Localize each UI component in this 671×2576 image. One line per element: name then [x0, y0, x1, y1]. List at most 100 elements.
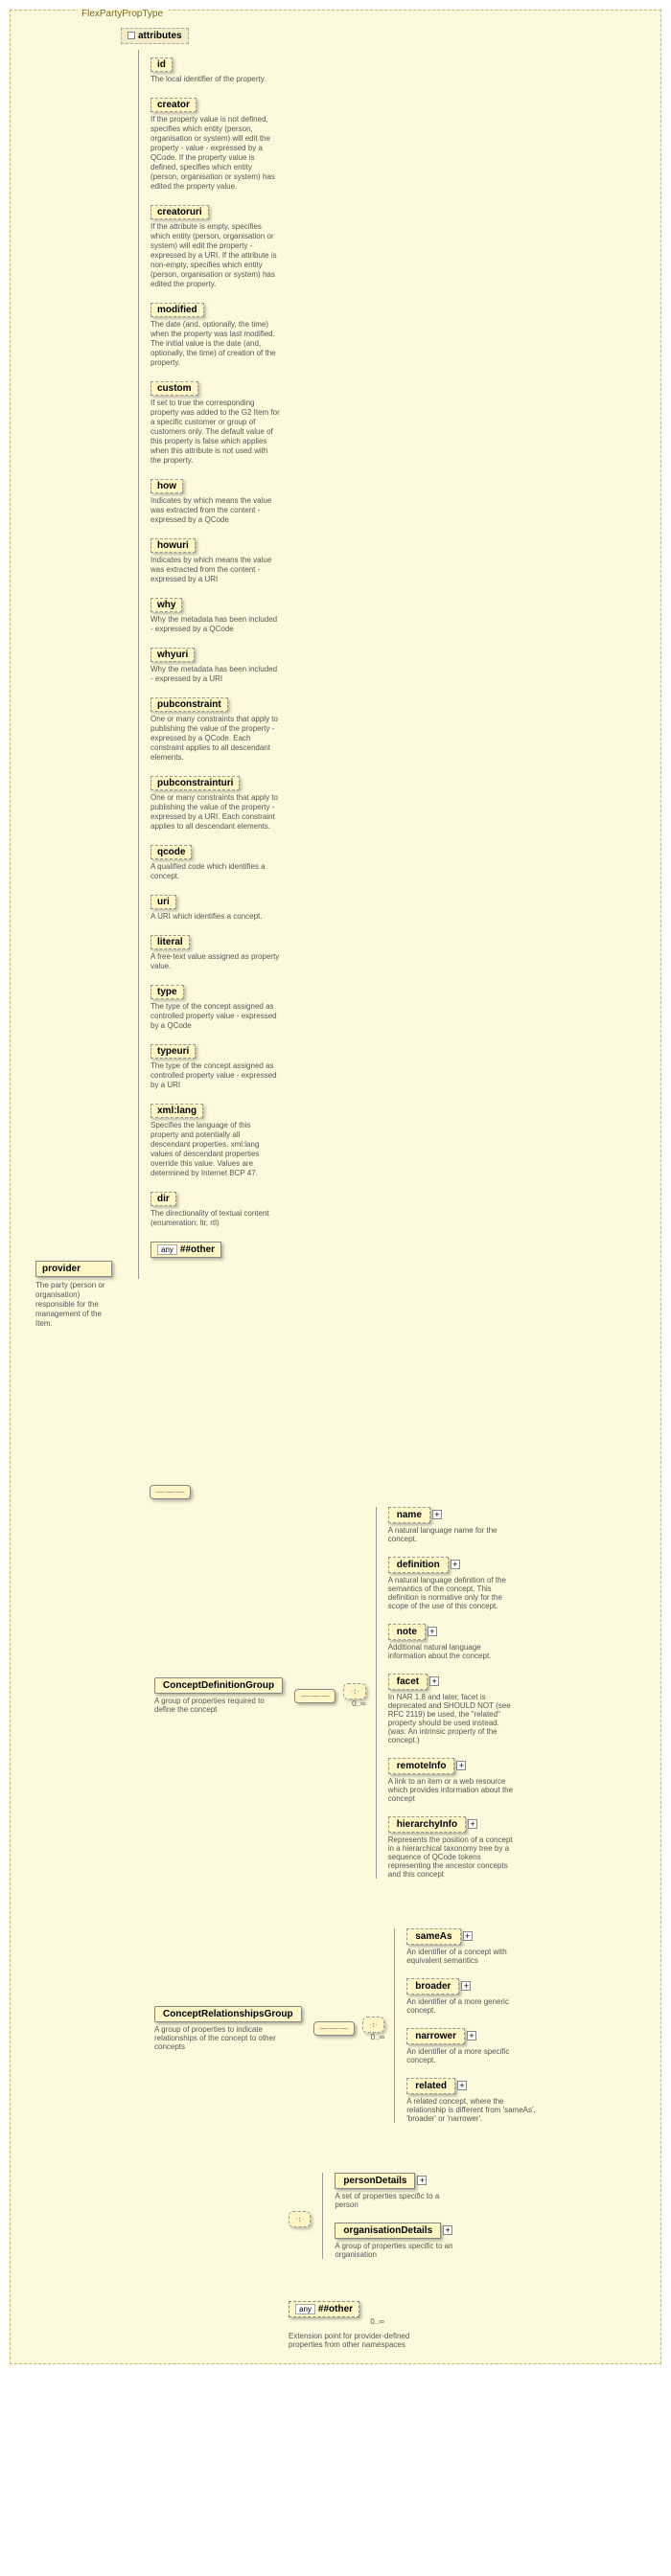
- provider-desc: The party (person or organisation) respo…: [35, 1281, 110, 1329]
- expand-icon[interactable]: +: [429, 1676, 439, 1686]
- child-row: hierarchyInfo+ Represents the position of…: [388, 1816, 518, 1879]
- sequence-node: —·—·—: [313, 2021, 355, 2036]
- attribute-row: modifiedThe date (and, optionally, the t…: [150, 303, 280, 368]
- provider-element: provider The party (person or organisati…: [35, 1261, 112, 1329]
- attribute-row: why Why the metadata has been included - …: [150, 598, 280, 634]
- attribute-row: how Indicates by which means the value wa…: [150, 479, 280, 525]
- child-desc: A link to an item or a web resource whic…: [388, 1777, 518, 1803]
- attribute-row: custom If set to true the corresponding p…: [150, 381, 280, 466]
- child-desc: In NAR 1.8 and later, facet is deprecate…: [388, 1693, 518, 1744]
- child-row: organisationDetails+ A group of propertie…: [335, 2223, 464, 2259]
- attribute-desc: Indicates by which means the value was e…: [150, 496, 280, 525]
- children-block: ConceptDefinitionGroup A group of proper…: [58, 1499, 651, 2349]
- child-row: personDetails+ A set of properties specif…: [335, 2173, 464, 2209]
- child-row: remoteInfo+ A link to an item or a web re…: [388, 1758, 518, 1803]
- attribute-row: creatoruriIf the attribute is empty, spe…: [150, 205, 280, 289]
- expand-icon[interactable]: +: [463, 1931, 473, 1941]
- child-element: sameAs: [406, 1928, 460, 1945]
- child-element: remoteInfo: [388, 1758, 455, 1774]
- child-element: facet: [388, 1674, 428, 1690]
- attribute-name: dir: [150, 1192, 176, 1206]
- choice-node: ·↕·: [343, 1683, 365, 1699]
- expand-icon[interactable]: +: [432, 1510, 442, 1519]
- expand-icon[interactable]: +: [468, 1819, 477, 1829]
- attribute-row: whyuriWhy the metadata has been included…: [150, 648, 280, 684]
- attribute-name: uri: [150, 895, 176, 909]
- child-element: hierarchyInfo: [388, 1816, 466, 1833]
- any-label: any: [295, 2304, 315, 2314]
- attribute-desc: One or many constraints that apply to pu…: [150, 715, 280, 763]
- child-desc: Additional natural language information …: [388, 1643, 518, 1660]
- child-desc: A set of properties specific to a person: [335, 2192, 464, 2209]
- child-row: narrower+An identifier of a more specifi…: [406, 2028, 536, 2064]
- attribute-desc: Specifies the language of this property …: [150, 1121, 280, 1178]
- expand-icon[interactable]: +: [417, 2176, 427, 2185]
- attribute-desc: The directionality of textual content (e…: [150, 1209, 280, 1228]
- type-label: FlexPartyPropType: [78, 9, 167, 19]
- attribute-desc: If set to true the corresponding propert…: [150, 399, 280, 466]
- attribute-row: howuri Indicates by which means the value…: [150, 538, 280, 584]
- occurrence: 0..∞: [362, 2033, 384, 2041]
- attribute-desc: The type of the concept assigned as cont…: [150, 1061, 280, 1090]
- group-desc: A group of properties required to define…: [154, 1697, 279, 1714]
- extension-desc: Extension point for provider-defined pro…: [289, 2332, 413, 2349]
- child-row: broader+An identifier of a more generic …: [406, 1978, 536, 2015]
- concept-relationships-group: ConceptRelationshipsGroup A group of pro…: [154, 2006, 302, 2051]
- attribute-desc: Why the metadata has been included - exp…: [150, 615, 280, 634]
- attribute-row: typeuriThe type of the concept assigned …: [150, 1044, 280, 1090]
- child-desc: An identifier of a concept with equivale…: [406, 1948, 536, 1965]
- attribute-name: custom: [150, 381, 198, 396]
- attribute-name: howuri: [150, 538, 196, 553]
- child-desc: A group of properties specific to an org…: [335, 2242, 464, 2259]
- attribute-name: how: [150, 479, 183, 493]
- child-desc: A natural language definition of the sem…: [388, 1576, 518, 1610]
- attribute-desc: The type of the concept assigned as cont…: [150, 1002, 280, 1031]
- attribute-name: id: [150, 57, 173, 72]
- child-row: definition+A natural language definition…: [388, 1557, 518, 1610]
- attribute-desc: Indicates by which means the value was e…: [150, 556, 280, 584]
- provider-name: provider: [35, 1261, 112, 1277]
- child-element: related: [406, 2078, 455, 2094]
- child-desc: A related concept, where the relationshi…: [406, 2097, 536, 2123]
- choice-node: ·↕·: [362, 2017, 384, 2033]
- expand-icon[interactable]: +: [456, 1761, 466, 1770]
- attribute-name: creatoruri: [150, 205, 209, 219]
- expand-icon: [127, 32, 135, 39]
- attribute-name: modified: [150, 303, 204, 317]
- attribute-name: type: [150, 985, 184, 999]
- expand-icon[interactable]: +: [443, 2225, 452, 2235]
- attribute-row: uri A URI which identifies a concept.: [150, 895, 280, 922]
- attributes-block: attributes idThe local identifier of the…: [121, 28, 288, 1279]
- type-container: FlexPartyPropType provider The party (pe…: [10, 10, 661, 2364]
- attribute-row: literal A free-text value assigned as pro…: [150, 935, 280, 971]
- expand-icon[interactable]: +: [451, 1560, 460, 1569]
- attribute-name: literal: [150, 935, 190, 949]
- expand-icon[interactable]: +: [467, 2031, 476, 2040]
- child-row: sameAs+ An identifier of a concept with e…: [406, 1928, 536, 1965]
- attribute-desc: One or many constraints that apply to pu…: [150, 793, 280, 832]
- child-element: broader: [406, 1978, 459, 1995]
- any-ns: ##other: [318, 2304, 353, 2314]
- diagram-root: FlexPartyPropType provider The party (pe…: [0, 0, 671, 2383]
- child-element: personDetails: [335, 2173, 415, 2189]
- attribute-name: qcode: [150, 845, 192, 859]
- child-element: organisationDetails: [335, 2223, 441, 2239]
- attribute-desc: A qualified code which identifies a conc…: [150, 862, 280, 881]
- attribute-desc: A free-text value assigned as property v…: [150, 952, 280, 971]
- expand-icon[interactable]: +: [428, 1627, 437, 1636]
- group-desc: A group of properties to indicate relati…: [154, 2025, 279, 2051]
- attribute-name: why: [150, 598, 182, 612]
- child-element: narrower: [406, 2028, 465, 2044]
- attribute-row: idThe local identifier of the property.: [150, 57, 280, 84]
- attribute-row: qcode A qualified code which identifies a…: [150, 845, 280, 881]
- expand-icon[interactable]: +: [461, 1981, 471, 1991]
- attribute-name: xml:lang: [150, 1104, 203, 1118]
- child-desc: Represents the position of a concept in …: [388, 1835, 518, 1879]
- occurrence: 0..∞: [289, 2317, 384, 2326]
- child-row: facet+ In NAR 1.8 and later, facet is dep…: [388, 1674, 518, 1744]
- attribute-row: type The type of the concept assigned as …: [150, 985, 280, 1031]
- expand-icon[interactable]: +: [457, 2081, 467, 2090]
- attribute-row: creatorIf the property value is not defi…: [150, 98, 280, 192]
- child-element: note: [388, 1624, 426, 1640]
- attribute-desc: A URI which identifies a concept.: [150, 912, 280, 922]
